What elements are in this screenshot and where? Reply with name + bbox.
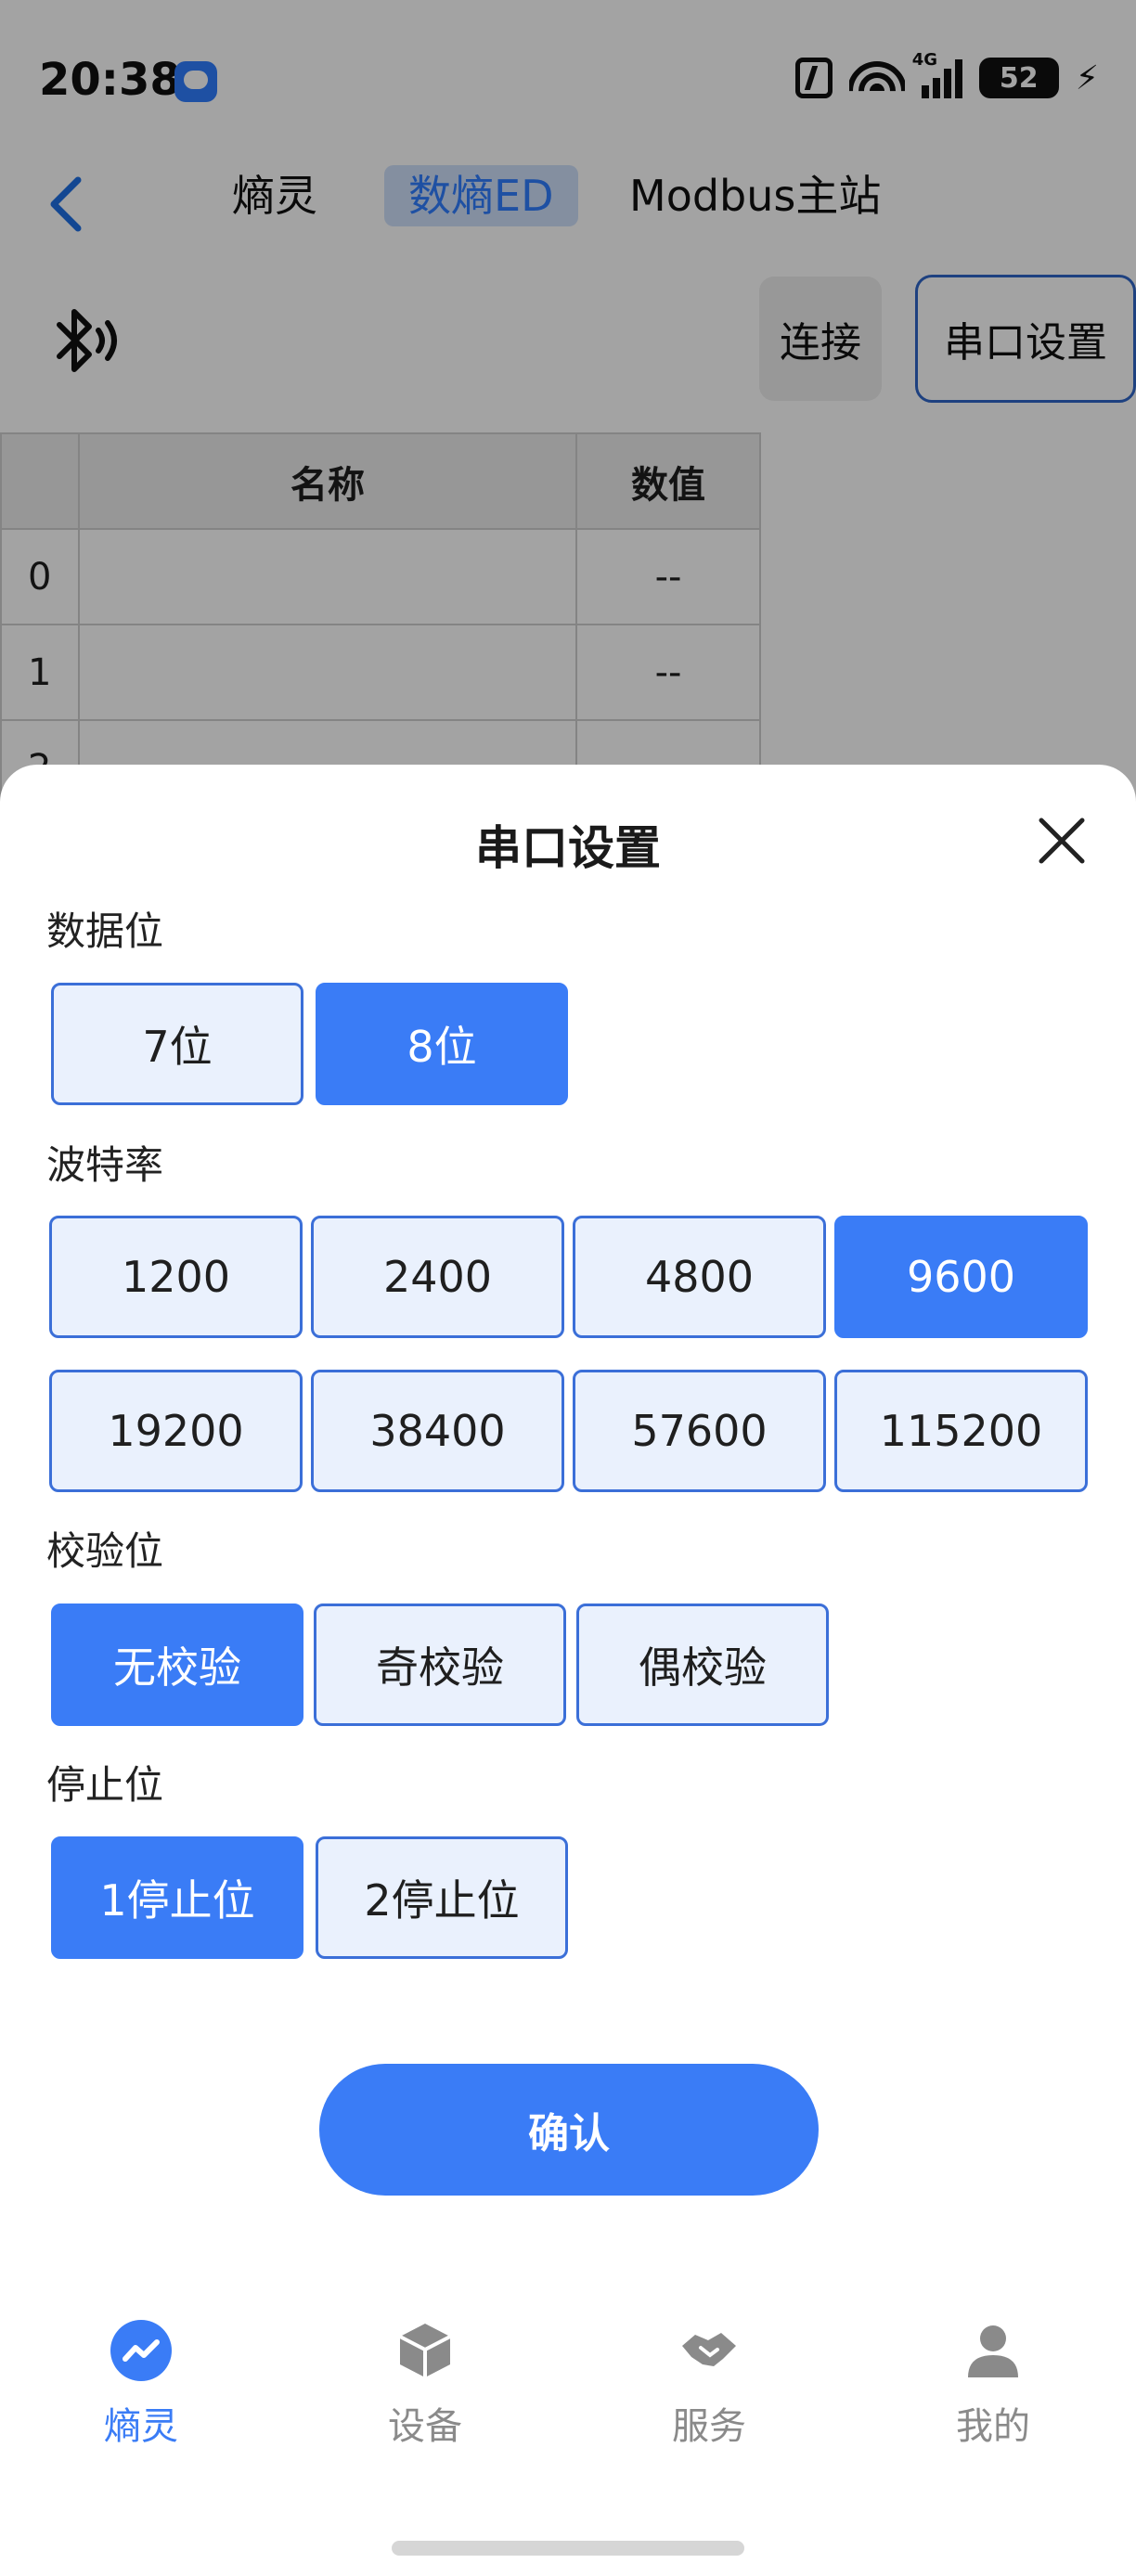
stop-bits-option-2[interactable]: 2停止位 (316, 1836, 568, 1959)
parity-option-odd[interactable]: 奇校验 (314, 1604, 566, 1726)
bottom-navigation: 熵灵 设备 服务 我的 (0, 2262, 1136, 2576)
data-bits-option-8[interactable]: 8位 (316, 983, 568, 1105)
home-indicator[interactable] (392, 2541, 744, 2556)
nav-label: 设备 (388, 2405, 462, 2448)
data-bits-option-7[interactable]: 7位 (51, 983, 303, 1105)
sheet-title: 串口设置 (475, 821, 661, 875)
trend-icon (110, 2320, 172, 2381)
baud-option-2400[interactable]: 2400 (311, 1216, 564, 1338)
baud-option-38400[interactable]: 38400 (311, 1370, 564, 1492)
parity-option-none[interactable]: 无校验 (51, 1604, 303, 1726)
parity-label: 校验位 (46, 1528, 164, 1574)
baud-option-4800[interactable]: 4800 (573, 1216, 826, 1338)
nav-label: 我的 (956, 2405, 1030, 2448)
serial-settings-sheet: 串口设置 数据位 7位 8位 波特率 1200 2400 4800 9600 1… (0, 765, 1136, 2262)
stop-bits-option-1[interactable]: 1停止位 (51, 1836, 303, 1959)
nav-item-device[interactable]: 设备 (332, 2318, 518, 2457)
parity-option-even[interactable]: 偶校验 (576, 1604, 829, 1726)
nav-item-service[interactable]: 服务 (616, 2318, 802, 2457)
baud-option-1200[interactable]: 1200 (49, 1216, 303, 1338)
person-icon (968, 2325, 1018, 2377)
baud-option-57600[interactable]: 57600 (573, 1370, 826, 1492)
data-bits-label: 数据位 (46, 908, 164, 954)
baud-option-9600[interactable]: 9600 (834, 1216, 1088, 1338)
nav-item-profile[interactable]: 我的 (900, 2318, 1086, 2457)
nav-label: 服务 (672, 2405, 746, 2448)
close-icon[interactable] (1036, 815, 1088, 867)
baud-option-115200[interactable]: 115200 (834, 1370, 1088, 1492)
handshake-icon (682, 2333, 736, 2366)
nav-item-shangling[interactable]: 熵灵 (48, 2318, 234, 2457)
stop-bits-label: 停止位 (46, 1762, 164, 1808)
baud-rate-label: 波特率 (46, 1142, 164, 1188)
baud-option-19200[interactable]: 19200 (49, 1370, 303, 1492)
cube-icon (399, 2324, 451, 2377)
confirm-button[interactable]: 确认 (319, 2064, 819, 2196)
nav-label: 熵灵 (104, 2405, 178, 2448)
